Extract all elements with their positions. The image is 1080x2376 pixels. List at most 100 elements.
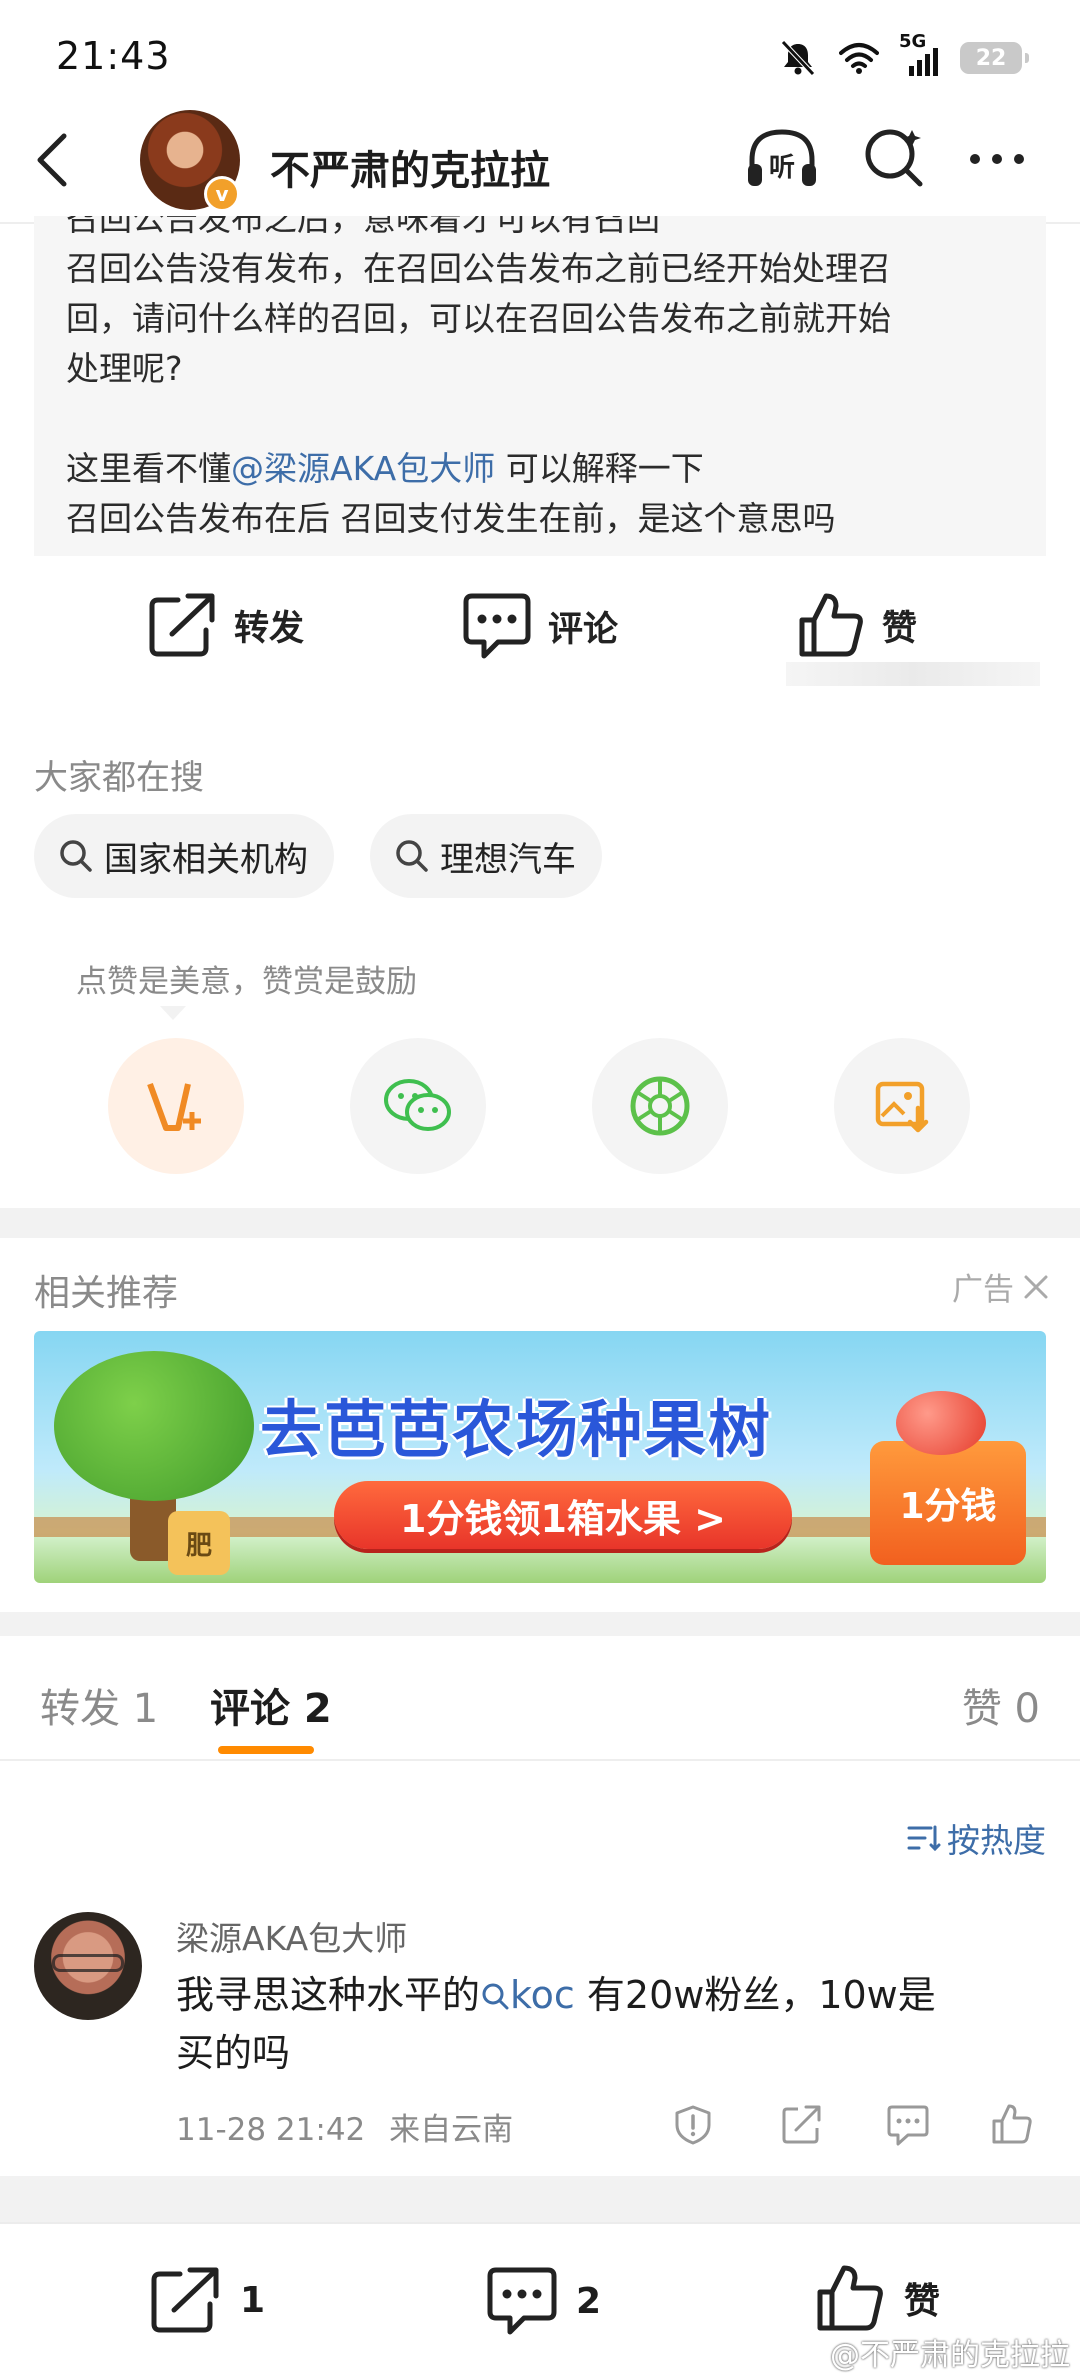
report-shield-icon[interactable] <box>672 2104 714 2146</box>
mute-bell-icon <box>781 40 815 76</box>
comment-button[interactable]: 评论 <box>462 592 618 660</box>
repost-icon <box>151 2267 219 2333</box>
recommend-label: 相关推荐 <box>34 1273 179 1314</box>
quote-line-prefix: 这里看不懂 <box>66 449 231 488</box>
ad-cta-button[interactable]: 1分钱领1箱水果 > <box>334 1481 792 1549</box>
ad-price-badge: 1分钱 <box>870 1441 1026 1565</box>
comment-icon <box>487 2267 557 2335</box>
network-type: 5G <box>899 31 927 52</box>
bottom-like-button[interactable]: 赞 <box>814 2262 940 2334</box>
tree-crown <box>54 1351 254 1501</box>
fertilizer-pot: 肥 <box>168 1511 230 1575</box>
quote-line: 处理呢? <box>66 349 183 388</box>
tab-like[interactable]: 赞 0 <box>962 1676 1040 1734</box>
comment-text-rest: 买的吗 <box>176 2031 291 2075</box>
tabs-divider <box>0 1759 1080 1761</box>
tab-comment[interactable]: 评论 2 <box>210 1676 332 1734</box>
user-mention-link[interactable]: @梁源AKA包大师 <box>231 449 495 488</box>
comment-repost-icon[interactable] <box>780 2104 822 2146</box>
watermark: @不严肃的克拉拉 <box>830 2338 1070 2373</box>
ad-title: 去芭芭农场种果树 <box>260 1393 773 1466</box>
status-time: 21:43 <box>56 34 171 78</box>
close-icon <box>1024 1275 1048 1298</box>
repost-count: 1 <box>240 2279 266 2321</box>
back-arrow-icon[interactable] <box>30 132 74 188</box>
reward-button[interactable] <box>108 1038 244 1174</box>
active-tab-indicator <box>218 1746 314 1754</box>
search-icon <box>482 1983 509 2010</box>
quote-line: 召回公告发布在后 召回支付发生在前，是这个意思吗 <box>66 499 836 538</box>
wifi-icon <box>839 43 879 74</box>
quoted-post-box[interactable]: 召回公告发布之后，意味着才可以有召回 召回公告没有发布，在召回公告发布之前已经开… <box>34 216 1046 556</box>
thumbs-up-icon <box>799 593 863 657</box>
like-button[interactable]: 赞 <box>796 590 917 660</box>
reward-tip: 点赞是美意，赞赏是鼓励 <box>76 964 417 1000</box>
sort-by-hot-button[interactable]: 按热度 <box>907 1814 1046 1862</box>
glasses-decoration <box>52 1954 124 1972</box>
comment-meta: 11-28 21:42 来自云南 <box>176 2104 513 2149</box>
reply-comment-icon[interactable] <box>886 2104 930 2146</box>
share-wechat-button[interactable] <box>350 1038 486 1174</box>
sort-icon <box>907 1825 941 1852</box>
v-plus-icon <box>147 1082 201 1131</box>
repost-icon <box>149 593 215 657</box>
cellular-signal: 5G <box>899 33 938 76</box>
like-label: 赞 <box>882 608 918 649</box>
battery-indicator: 22 <box>960 42 1029 74</box>
wechat-icon <box>384 1079 451 1131</box>
repost-label: 转发 <box>234 608 305 649</box>
quote-line: 召回公告没有发布，在召回公告发布之前已经开始处理召 <box>66 249 891 288</box>
save-image-icon <box>875 1081 929 1133</box>
comment-like-icon[interactable] <box>990 2102 1034 2146</box>
comment-text-rest: 有20w粉丝，10w是 <box>574 1973 936 2017</box>
sort-label: 按热度 <box>947 1821 1046 1860</box>
comment-count: 2 <box>576 2280 602 2322</box>
tip-pointer <box>160 1006 186 1020</box>
svg-text:听: 听 <box>769 153 795 183</box>
hot-search-label: 大家都在搜 <box>34 758 204 798</box>
quote-line: 这里看不懂@梁源AKA包大师 可以解释一下 <box>66 444 1026 494</box>
comment-time: 11-28 21:42 <box>176 2112 366 2148</box>
status-icons: 5G 22 <box>779 33 1029 78</box>
comment-location: 来自云南 <box>389 2112 514 2148</box>
section-divider <box>0 1208 1080 1238</box>
search-chip[interactable]: 国家相关机构 <box>34 814 334 898</box>
section-divider <box>0 2176 1080 2222</box>
section-divider <box>0 1612 1080 1636</box>
comment-icon <box>463 593 531 659</box>
tab-repost[interactable]: 转发 1 <box>40 1676 158 1734</box>
fruit-decoration <box>896 1391 986 1455</box>
comment-text-prefix: 我寻思这种水平的 <box>176 1973 481 2017</box>
search-sparkle-icon[interactable] <box>862 124 928 190</box>
search-icon <box>396 840 428 872</box>
search-icon <box>60 840 92 872</box>
search-chip[interactable]: 理想汽车 <box>370 814 602 898</box>
commenter-name[interactable]: 梁源AKA包大师 <box>176 1912 407 1960</box>
quoted-post-text: 召回公告发布之后，意味着才可以有召回 召回公告没有发布，在召回公告发布之前已经开… <box>66 216 1026 544</box>
author-name[interactable]: 不严肃的克拉拉 <box>270 138 550 196</box>
listen-headphones-icon[interactable]: 听 <box>744 124 820 192</box>
comment-label: 评论 <box>548 609 619 650</box>
like-avatars-strip <box>786 662 1040 686</box>
ad-label: 广告 <box>952 1272 1014 1308</box>
verified-badge-icon: v <box>204 176 240 212</box>
ad-banner[interactable]: 肥 去芭芭农场种果树 1分钱领1箱水果 > 1分钱 <box>34 1331 1046 1583</box>
moments-icon <box>630 1076 690 1136</box>
quote-line-suffix: 可以解释一下 <box>495 449 704 488</box>
quote-line: 召回公告发布之后，意味着才可以有召回 <box>66 216 660 238</box>
bottom-comment-button[interactable]: 2 <box>486 2266 601 2336</box>
save-image-button[interactable] <box>834 1038 970 1174</box>
search-chip-label: 理想汽车 <box>440 839 576 880</box>
search-chip-label: 国家相关机构 <box>104 839 308 880</box>
share-moments-button[interactable] <box>592 1038 728 1174</box>
bottom-repost-button[interactable]: 1 <box>150 2266 265 2334</box>
bottom-like-label: 赞 <box>904 2281 941 2322</box>
repost-button[interactable]: 转发 <box>148 592 304 658</box>
thumbs-up-icon <box>817 2265 883 2331</box>
comment-text: 我寻思这种水平的 koc 有20w粉丝，10w是买的吗 <box>176 1966 1036 2082</box>
topic-search-link[interactable]: koc <box>480 1973 575 2017</box>
topic-link-label: koc <box>510 1973 575 2017</box>
quote-line: 回，请问什么样的召回，可以在召回公告发布之前就开始 <box>66 299 891 338</box>
ad-close-button[interactable]: 广告 <box>952 1264 1050 1309</box>
more-options-icon[interactable] <box>970 154 1024 164</box>
